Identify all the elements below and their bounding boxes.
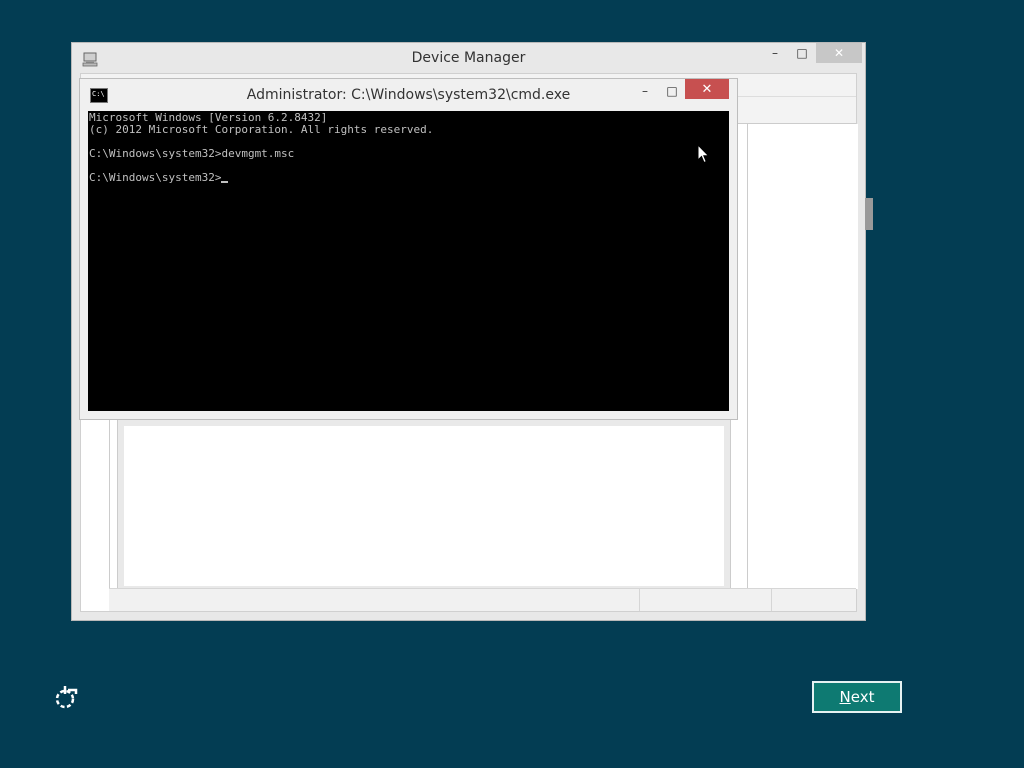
minimize-button[interactable]: –	[762, 43, 788, 63]
cmd-minimize-button[interactable]: –	[632, 81, 658, 101]
console-prompt-line[interactable]: C:\Windows\system32>	[89, 172, 729, 184]
device-tree-pane[interactable]	[117, 419, 731, 593]
device-manager-titlebar[interactable]: Device Manager – □ ✕	[72, 43, 865, 73]
status-segment	[639, 589, 640, 611]
status-segment	[771, 589, 772, 611]
next-label-rest: ext	[850, 688, 875, 706]
console-line: C:\Windows\system32>devmgmt.msc	[89, 147, 295, 160]
text-cursor	[221, 181, 229, 183]
repair-icon[interactable]	[52, 684, 80, 712]
console-output[interactable]: Microsoft Windows [Version 6.2.8432] (c) …	[88, 111, 729, 411]
device-manager-title: Device Manager	[411, 50, 526, 66]
maximize-button[interactable]: □	[789, 43, 815, 63]
console-line: (c) 2012 Microsoft Corporation. All righ…	[89, 123, 434, 136]
cmd-window[interactable]: C:\ Administrator: C:\Windows\system32\c…	[79, 78, 738, 420]
next-accesskey: N	[839, 688, 851, 706]
console-prompt: C:\Windows\system32>	[89, 171, 222, 184]
cmd-maximize-button[interactable]: □	[659, 81, 685, 101]
next-button[interactable]: Next	[812, 681, 902, 713]
status-bar	[109, 588, 856, 611]
scrollbar-thumb[interactable]	[865, 198, 873, 230]
right-pane	[747, 124, 858, 589]
cmd-close-button[interactable]: ✕	[685, 79, 729, 99]
mouse-pointer-icon	[697, 144, 710, 164]
close-button[interactable]: ✕	[816, 43, 862, 63]
